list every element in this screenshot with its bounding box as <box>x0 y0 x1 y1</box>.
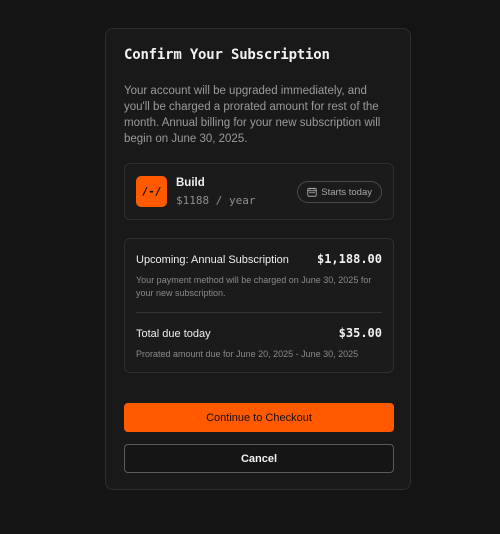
plan-name: Build <box>176 177 205 189</box>
upcoming-subscription-amount: $1,188.00 <box>316 252 382 266</box>
subscription-dialog: Confirm Your Subscription Your account w… <box>105 28 411 490</box>
billing-summary-card: Upcoming: Annual Subscription $1,188.00 … <box>124 238 394 373</box>
cancel-button[interactable]: Cancel <box>124 444 394 473</box>
summary-divider <box>136 312 382 313</box>
dialog-description: Your account will be upgraded immediatel… <box>124 85 381 145</box>
upcoming-subscription-note: Your payment method will be charged on J… <box>136 275 372 298</box>
total-due-note: Prorated amount due for June 20, 2025 - … <box>136 349 359 359</box>
continue-to-checkout-button[interactable]: Continue to Checkout <box>124 403 394 432</box>
plan-logo: /-/ <box>136 176 167 207</box>
total-due-title: Total due today <box>136 328 211 340</box>
upcoming-subscription-title: Upcoming: Annual Subscription <box>136 254 289 266</box>
dialog-title: Confirm Your Subscription <box>124 47 330 63</box>
starts-today-badge: Starts today <box>297 181 382 203</box>
plan-price: $1188 / year <box>176 194 256 207</box>
total-due-amount: $35.00 <box>338 326 382 340</box>
starts-today-label: Starts today <box>321 186 372 198</box>
plan-card: /-/ Build $1188 / year Starts today <box>124 163 394 220</box>
calendar-icon <box>307 187 317 197</box>
